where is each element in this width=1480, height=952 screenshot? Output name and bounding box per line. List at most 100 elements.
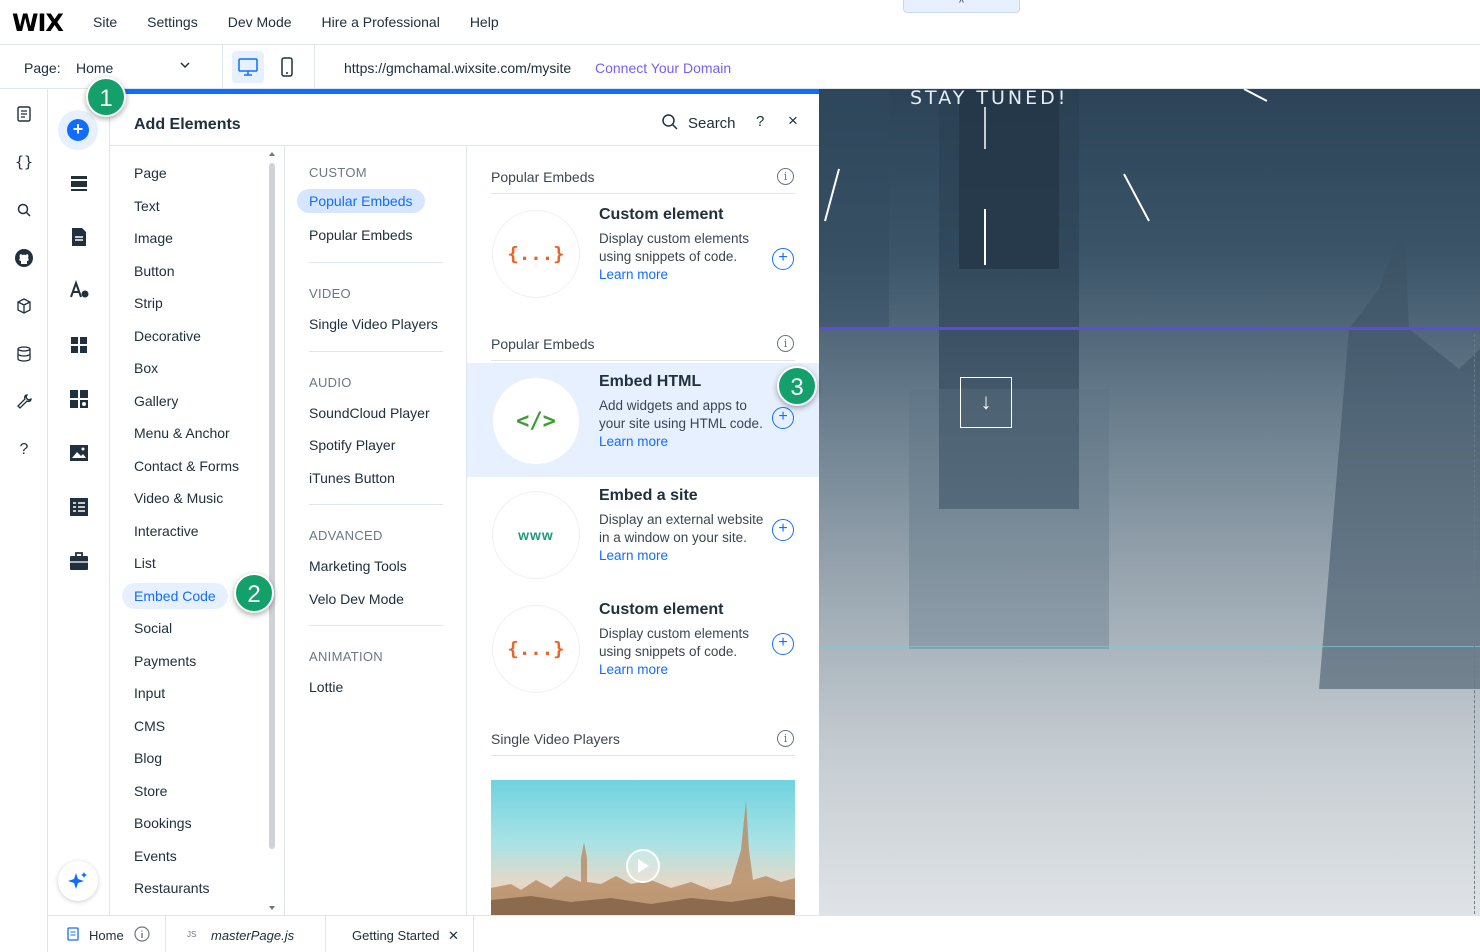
category-input[interactable]: Input (134, 680, 165, 706)
category-interactive[interactable]: Interactive (134, 518, 199, 544)
category-button[interactable]: Button (134, 258, 174, 284)
video-player-thumbnail[interactable] (491, 780, 795, 915)
category-video-music[interactable]: Video & Music (134, 485, 223, 511)
stay-tuned-heading[interactable]: STAY TUNED! (910, 89, 1068, 109)
category-events[interactable]: Events (134, 843, 177, 869)
packages-icon[interactable] (12, 294, 36, 318)
divider (309, 351, 443, 352)
add-element-button[interactable]: + (772, 519, 794, 541)
info-icon[interactable]: i (777, 335, 794, 352)
search-icon[interactable] (661, 113, 679, 136)
category-blog[interactable]: Blog (134, 745, 162, 771)
category-scrollbar[interactable] (269, 151, 275, 911)
category-strip[interactable]: Strip (134, 290, 163, 316)
category-text[interactable]: Text (134, 193, 160, 219)
help-icon[interactable]: ? (12, 438, 36, 462)
close-icon[interactable]: ✕ (448, 928, 459, 944)
category-menu-anchor[interactable]: Menu & Anchor (134, 420, 230, 446)
category-restaurants[interactable]: Restaurants (134, 875, 209, 901)
pages-icon[interactable] (67, 225, 91, 249)
card-description: Display custom elements using snippets o… (599, 230, 767, 284)
scroll-up-icon[interactable] (269, 151, 275, 157)
site-canvas[interactable]: STAY TUNED! ↓ (819, 89, 1480, 915)
element-card-custom-element-2[interactable]: {...} Custom element Display custom elem… (467, 591, 819, 705)
page-code-icon[interactable] (12, 102, 36, 126)
add-elements-button[interactable]: + (58, 110, 98, 150)
category-image[interactable]: Image (134, 225, 173, 251)
sub-popular-embeds-active[interactable]: Popular Embeds (297, 189, 425, 213)
info-icon[interactable]: i (777, 730, 794, 747)
category-contact-forms[interactable]: Contact & Forms (134, 453, 239, 479)
sub-velo-dev-mode[interactable]: Velo Dev Mode (309, 591, 404, 607)
database-icon[interactable] (12, 342, 36, 366)
add-element-button[interactable]: + (772, 248, 794, 270)
add-element-button[interactable]: + (772, 633, 794, 655)
category-payments[interactable]: Payments (134, 648, 196, 674)
element-card-embed-site[interactable]: www Embed a site Display an external web… (467, 477, 819, 591)
site-design-icon[interactable] (67, 278, 91, 302)
collapse-toolbar-tab[interactable]: ^ (903, 0, 1020, 13)
sub-single-video-players[interactable]: Single Video Players (309, 316, 438, 332)
scroll-down-button[interactable]: ↓ (960, 377, 1012, 428)
scrollbar-thumb[interactable] (269, 163, 275, 849)
panel-close-button[interactable]: × (788, 111, 798, 131)
panel-search-button[interactable]: Search (688, 115, 736, 132)
info-icon[interactable] (134, 926, 150, 942)
info-icon[interactable]: i (777, 168, 794, 185)
menu-dev-mode[interactable]: Dev Mode (228, 14, 292, 30)
developer-tools-icon[interactable] (12, 390, 36, 414)
sub-marketing-tools[interactable]: Marketing Tools (309, 558, 407, 574)
category-box[interactable]: Box (134, 355, 158, 381)
search-icon[interactable] (12, 198, 36, 222)
sub-popular-embeds[interactable]: Popular Embeds (309, 227, 413, 243)
chevron-down-icon[interactable] (178, 58, 192, 75)
category-gallery[interactable]: Gallery (134, 388, 178, 414)
menu-help[interactable]: Help (470, 14, 499, 30)
category-page[interactable]: Page (134, 160, 167, 186)
menu-settings[interactable]: Settings (147, 14, 198, 30)
category-embed-code[interactable]: Embed Code (122, 583, 228, 609)
subhead-custom: CUSTOM (309, 165, 367, 180)
category-decorative[interactable]: Decorative (134, 323, 201, 349)
learn-more-link[interactable]: Learn more (599, 434, 668, 449)
github-icon[interactable] (12, 246, 36, 270)
ai-assistant-button[interactable] (58, 861, 98, 901)
divider (491, 755, 795, 756)
menu-site[interactable]: Site (93, 14, 117, 30)
category-social[interactable]: Social (134, 615, 172, 641)
category-cms[interactable]: CMS (134, 713, 165, 739)
media-icon[interactable] (67, 441, 91, 465)
code-braces-icon[interactable]: {} (12, 150, 36, 174)
sub-soundcloud-player[interactable]: SoundCloud Player (309, 405, 430, 421)
tab-masterpage-js[interactable]: JS masterPage.js (166, 916, 326, 952)
cms-icon[interactable] (67, 495, 91, 519)
menu-hire-professional[interactable]: Hire a Professional (322, 14, 440, 30)
tab-home[interactable]: Home (48, 916, 166, 952)
desktop-view-button[interactable] (232, 51, 264, 83)
add-element-button[interactable]: + (772, 407, 794, 429)
sections-icon[interactable] (67, 171, 91, 195)
learn-more-link[interactable]: Learn more (599, 267, 668, 282)
sub-spotify-player[interactable]: Spotify Player (309, 437, 395, 453)
element-card-custom-element[interactable]: {...} Custom element Display custom elem… (467, 196, 819, 310)
card-title: Custom element (599, 206, 724, 223)
category-list[interactable]: List (134, 550, 156, 576)
sub-itunes-button[interactable]: iTunes Button (309, 470, 395, 486)
card-title: Embed a site (599, 487, 698, 504)
mobile-view-button[interactable] (276, 51, 298, 83)
page-selector[interactable]: Home (76, 60, 113, 76)
connect-domain-link[interactable]: Connect Your Domain (595, 60, 731, 76)
scroll-down-icon[interactable] (269, 905, 275, 911)
category-bookings[interactable]: Bookings (134, 810, 192, 836)
tab-getting-started[interactable]: Getting Started ✕ (326, 916, 474, 952)
apps-icon[interactable] (67, 333, 91, 357)
wix-logo[interactable]: WIX (12, 9, 64, 37)
learn-more-link[interactable]: Learn more (599, 548, 668, 563)
learn-more-link[interactable]: Learn more (599, 662, 668, 677)
panel-help-button[interactable]: ? (756, 113, 764, 130)
element-card-embed-html[interactable]: </> Embed HTML Add widgets and apps to y… (467, 363, 819, 477)
business-solutions-icon[interactable] (67, 387, 91, 411)
sub-lottie[interactable]: Lottie (309, 679, 343, 695)
portfolio-icon[interactable] (67, 549, 91, 573)
category-store[interactable]: Store (134, 778, 167, 804)
